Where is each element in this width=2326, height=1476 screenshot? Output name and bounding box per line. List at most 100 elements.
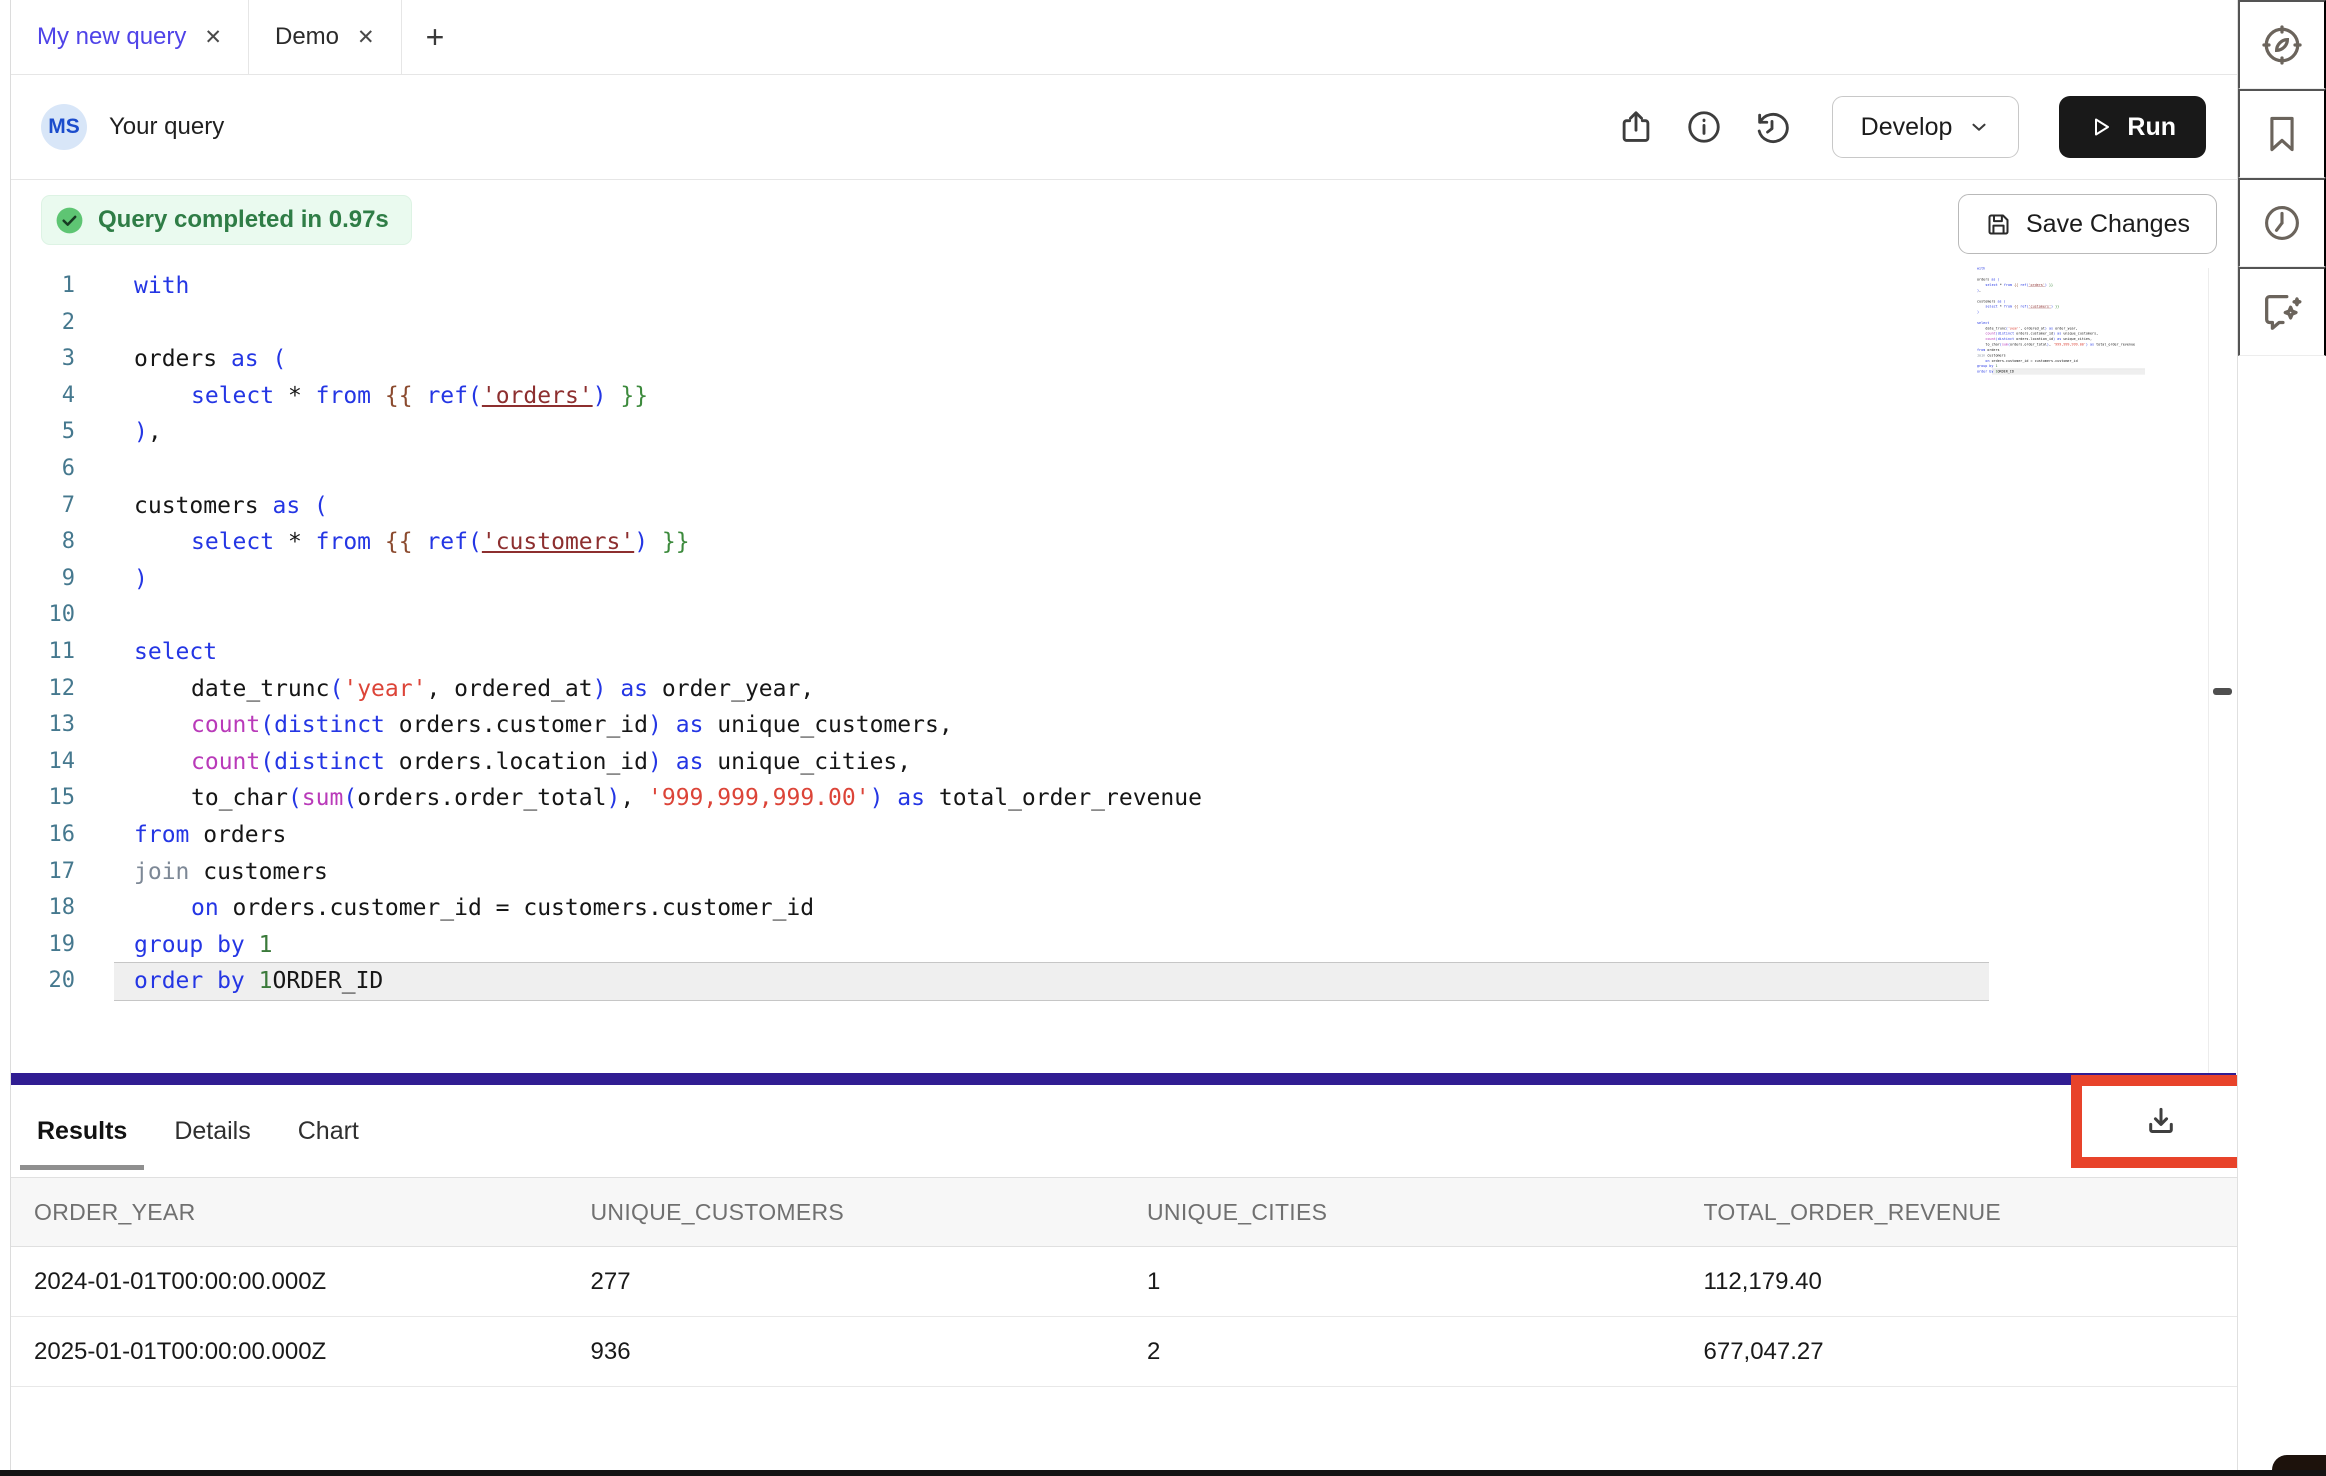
develop-label: Develop [1861, 113, 1953, 142]
screen-bottom-edge [0, 1470, 2326, 1476]
table-cell: 277 [568, 1268, 1125, 1296]
close-icon[interactable]: ✕ [204, 25, 222, 50]
results-tab-details[interactable]: Details [174, 1117, 250, 1146]
line-number: 9 [11, 561, 75, 598]
plus-icon: + [426, 19, 445, 56]
editor-scrollbar[interactable] [2208, 268, 2237, 1073]
chevron-down-icon [1968, 116, 1990, 138]
history-icon [1753, 108, 1791, 146]
results-tab-chart[interactable]: Chart [298, 1117, 359, 1146]
line-number: 7 [11, 488, 75, 525]
line-number: 15 [11, 780, 75, 817]
sidebar-item-bookmarks[interactable] [2238, 89, 2326, 178]
sidebar-item-ai-chat[interactable] [2238, 267, 2326, 356]
code-line-20: order by 1ORDER_ID [1977, 369, 2145, 374]
line-number: 14 [11, 744, 75, 781]
query-header: MS Your query [11, 75, 2237, 180]
sidebar-item-explore[interactable] [2238, 0, 2326, 89]
code-line-15: 15to_char(sum(orders.order_total), '999,… [11, 780, 2208, 817]
code-line-6: 6 [11, 451, 2208, 488]
run-label: Run [2127, 113, 2176, 142]
main-panel: My new query ✕ Demo ✕ + MS Your query [10, 0, 2237, 1476]
editor-tab-my-new-query[interactable]: My new query ✕ [11, 0, 249, 74]
compass-icon [2259, 22, 2305, 68]
code-line-4: 4select * from {{ ref('orders') }} [11, 378, 2208, 415]
model-ref-link[interactable]: 'orders' [482, 383, 593, 409]
editor-scrollbar-thumb[interactable] [2213, 688, 2232, 695]
code-line-11: 11select [11, 634, 2208, 671]
avatar: MS [41, 104, 87, 150]
close-icon[interactable]: ✕ [357, 25, 375, 50]
download-results-button[interactable] [2142, 1103, 2180, 1141]
app-window: My new query ✕ Demo ✕ + MS Your query [0, 0, 2326, 1476]
code-line-5: 5), [11, 414, 2208, 451]
info-button[interactable] [1682, 105, 1726, 149]
sidebar-item-history[interactable] [2238, 178, 2326, 267]
column-header: TOTAL_ORDER_REVENUE [1681, 1199, 2238, 1226]
new-tab-button[interactable]: + [402, 0, 469, 74]
save-changes-label: Save Changes [2026, 210, 2190, 239]
line-number: 10 [11, 597, 75, 634]
model-ref-link[interactable]: 'customers' [482, 529, 634, 555]
results-tab-bar: Results Details Chart [11, 1085, 2237, 1177]
code-line-8: 8select * from {{ ref('customers') }} [11, 524, 2208, 561]
code-line-2: 2 [11, 305, 2208, 342]
line-number: 11 [11, 634, 75, 671]
play-icon [2089, 115, 2113, 139]
code-line-1: 1with [11, 268, 2208, 305]
chat-sparkle-icon [2259, 289, 2305, 335]
code-line-16: 16from orders [11, 817, 2208, 854]
save-icon [1985, 211, 2012, 238]
results-table-body: 2024-01-01T00:00:00.000Z2771112,179.4020… [11, 1247, 2237, 1387]
line-number: 17 [11, 854, 75, 891]
minimap[interactable]: withorders as (select * from {{ ref('ord… [1977, 266, 2145, 381]
develop-dropdown[interactable]: Develop [1832, 96, 2020, 158]
page-title: Your query [109, 113, 224, 141]
bookmark-icon [2260, 112, 2304, 156]
code-lines: 1with23orders as (4select * from {{ ref(… [11, 268, 2208, 1000]
code-line-19: 19group by 1 [11, 927, 2208, 964]
code-line-3: 3orders as ( [11, 341, 2208, 378]
table-cell: 677,047.27 [1681, 1338, 2238, 1366]
table-cell: 2024-01-01T00:00:00.000Z [11, 1268, 568, 1296]
model-ref-link: 'orders' [2028, 283, 2044, 287]
results-table-header: ORDER_YEARUNIQUE_CUSTOMERSUNIQUE_CITIEST… [11, 1177, 2237, 1247]
results-tab-results[interactable]: Results [37, 1117, 127, 1146]
panel-splitter[interactable] [11, 1073, 2236, 1085]
line-number: 8 [11, 524, 75, 561]
editor-tab-demo[interactable]: Demo ✕ [249, 0, 402, 74]
share-button[interactable] [1614, 105, 1658, 149]
model-ref-link: 'customers' [2028, 305, 2051, 309]
column-header: UNIQUE_CITIES [1124, 1199, 1681, 1226]
line-number: 12 [11, 671, 75, 708]
run-button[interactable]: Run [2059, 96, 2206, 158]
info-icon [1685, 108, 1723, 146]
line-number: 1 [11, 268, 75, 305]
code-line-10: 10 [11, 597, 2208, 634]
sql-editor[interactable]: Query completed in 0.97s Save Changes 1w… [11, 180, 2237, 1073]
minimap-code: withorders as (select * from {{ ref('ord… [1977, 266, 2145, 374]
table-cell: 112,179.40 [1681, 1268, 2238, 1296]
line-number: 6 [11, 451, 75, 488]
tab-label: Demo [275, 23, 339, 51]
code-line-7: 7customers as ( [11, 488, 2208, 525]
help-widget-peek[interactable] [2272, 1455, 2326, 1470]
code-line-13: 13count(distinct orders.customer_id) as … [11, 707, 2208, 744]
table-cell: 2 [1124, 1338, 1681, 1366]
clock-icon [2260, 201, 2304, 245]
code-line-20: 20order by 1ORDER_ID [11, 963, 2208, 1000]
header-actions: Develop Run [1614, 96, 2206, 158]
editor-tab-bar: My new query ✕ Demo ✕ + [11, 0, 2237, 75]
table-cell: 936 [568, 1338, 1125, 1366]
line-number: 13 [11, 707, 75, 744]
save-changes-button[interactable]: Save Changes [1958, 194, 2217, 254]
code-line-18: 18on orders.customer_id = customers.cust… [11, 890, 2208, 927]
line-number: 16 [11, 817, 75, 854]
annotation-highlight [2071, 1075, 2250, 1168]
status-badge: Query completed in 0.97s [41, 195, 412, 245]
code-line-17: 17join customers [11, 854, 2208, 891]
table-row: 2025-01-01T00:00:00.000Z9362677,047.27 [11, 1317, 2237, 1387]
table-cell: 2025-01-01T00:00:00.000Z [11, 1338, 568, 1366]
history-button[interactable] [1750, 105, 1794, 149]
tab-label: My new query [37, 23, 186, 51]
